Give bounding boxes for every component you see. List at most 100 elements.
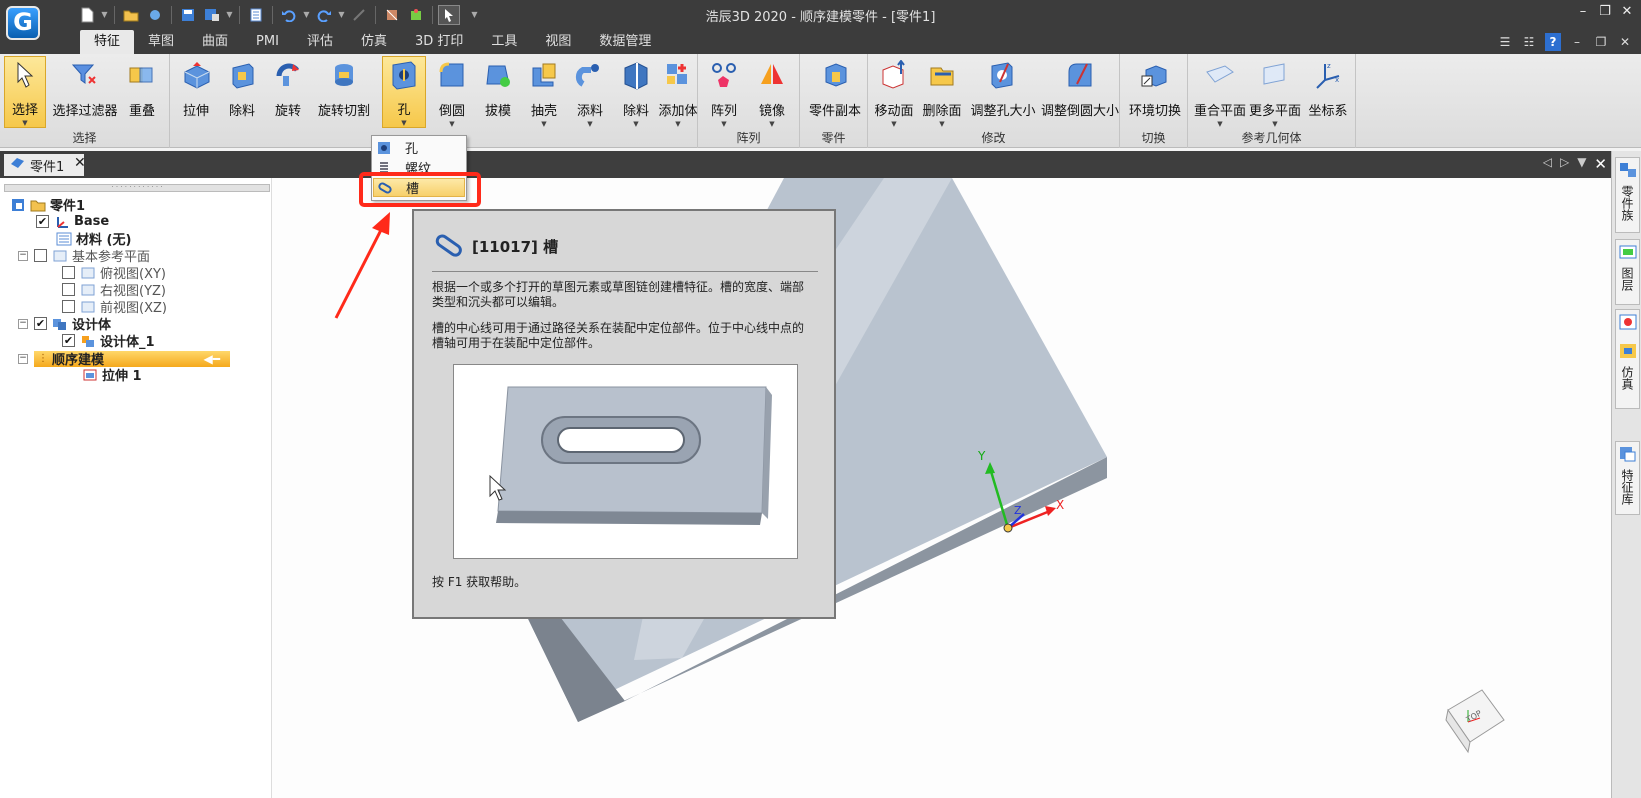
tab-tools[interactable]: 工具 [477, 30, 531, 54]
menu-item-hole[interactable]: 孔 [373, 138, 465, 157]
collapse-icon[interactable]: − [18, 353, 28, 364]
highlight-annotation-box [359, 172, 481, 207]
layout-icon[interactable]: ☰ [1497, 33, 1513, 51]
cut-button[interactable]: 除料 [222, 56, 262, 128]
scroll-left-icon[interactable]: ◁ [1543, 155, 1552, 173]
help-icon[interactable]: ? [1545, 33, 1561, 51]
tab-data-management[interactable]: 数据管理 [585, 30, 665, 54]
hole-button[interactable]: 孔 ▼ [382, 56, 426, 128]
part-copy-button[interactable]: 零件副本 [808, 56, 862, 128]
close-document-icon[interactable]: ✕ [1594, 155, 1607, 173]
window-title: 浩辰3D 2020 - 顺序建模零件 - [零件1] [705, 10, 936, 25]
tree-node-front-view[interactable]: 前视图(XZ) [62, 298, 167, 316]
close-icon[interactable]: ✕ [1619, 2, 1635, 22]
coord-sys-button[interactable]: zx 坐标系 [1304, 56, 1352, 128]
minimize-icon[interactable]: – [1575, 2, 1591, 22]
doc-restore-icon[interactable]: ❐ [1593, 33, 1609, 51]
feature-library-tab[interactable]: 特征库 [1615, 441, 1640, 515]
pattern-button[interactable]: 阵列 ▼ [702, 56, 746, 128]
tree-node-right-view[interactable]: 右视图(YZ) [62, 281, 166, 299]
tab-list-icon[interactable]: ▼ [1577, 155, 1586, 173]
coincident-plane-button[interactable]: 重合平面 ▼ [1194, 56, 1246, 128]
part-icon [10, 156, 26, 174]
delete-face-icon [925, 58, 959, 92]
part-root-icon [10, 198, 26, 212]
more-planes-button[interactable]: 更多平面 ▼ [1248, 56, 1302, 128]
parts-library-tab[interactable]: 零件族 [1615, 157, 1640, 233]
view-cube[interactable]: TOP [1438, 684, 1508, 754]
tree-node-ref-planes[interactable]: − 基本参考平面 [18, 247, 150, 265]
tree-node-design-body[interactable]: − ✔ 设计体 [18, 315, 111, 333]
top-view-checkbox[interactable] [62, 266, 75, 279]
chevron-down-icon: ▼ [769, 120, 775, 128]
round-button[interactable]: 倒圆 ▼ [432, 56, 472, 128]
draft-button[interactable]: 拔模 [478, 56, 518, 128]
move-face-button[interactable]: 移动面 ▼ [872, 56, 916, 128]
app-logo[interactable]: G [6, 6, 40, 40]
tree-node-material[interactable]: 材料 (无) [56, 230, 131, 248]
add-body-button[interactable]: 添加体 ▼ [659, 56, 698, 128]
tab-view[interactable]: 视图 [531, 30, 585, 54]
revolve-button[interactable]: 旋转 [268, 56, 308, 128]
tab-simulation[interactable]: 仿真 [347, 30, 401, 54]
collapse-icon[interactable]: − [18, 318, 28, 329]
remove-material-button[interactable]: 除料 ▼ [616, 56, 656, 128]
right-view-checkbox[interactable] [62, 283, 75, 296]
chevron-down-icon: ▼ [541, 120, 547, 128]
env-switch-button[interactable]: 环境切换 [1128, 56, 1182, 128]
tab-3d-print[interactable]: 3D 打印 [401, 30, 477, 54]
material-icon [56, 232, 72, 246]
close-tab-icon[interactable]: ✕ [74, 155, 86, 171]
revolve-cut-button[interactable]: 旋转切割 [314, 56, 374, 128]
tree-node-top-view[interactable]: 俯视图(XY) [62, 264, 166, 282]
tooltip-divider [432, 271, 818, 272]
select-button[interactable]: 选择 ▼ [4, 56, 46, 128]
ribbon: 选择 ▼ 选择过滤器 重叠 选择 拉伸 除料 旋转 旋转切割 孔 ▼ 倒圆 ▼ … [0, 54, 1641, 148]
mirror-button[interactable]: 镜像 ▼ [750, 56, 794, 128]
tooltip-title: [11017] 槽 [472, 238, 559, 256]
filter-icon [68, 58, 102, 92]
rollback-arrow-icon[interactable]: ◀━ [204, 352, 220, 366]
simulation-tab[interactable]: 仿真 [1615, 309, 1640, 409]
panel-icon[interactable]: ☷ [1521, 33, 1537, 51]
tree-node-root[interactable]: 零件1 [10, 196, 85, 214]
grip-icon: ⋮ [38, 353, 48, 364]
add-material-button[interactable]: 添料 ▼ [570, 56, 610, 128]
shell-button[interactable]: 抽壳 ▼ [524, 56, 564, 128]
resize-hole-button[interactable]: 调整孔大小 [968, 56, 1038, 128]
design-body-1-checkbox[interactable]: ✔ [62, 334, 75, 347]
document-tab[interactable]: 零件1 ✕ [4, 154, 86, 176]
design-body-checkbox[interactable]: ✔ [34, 317, 47, 330]
chevron-down-icon: ▼ [1217, 120, 1223, 128]
tab-sketch[interactable]: 草图 [134, 30, 188, 54]
select-filter-button[interactable]: 选择过滤器 [52, 56, 118, 128]
add-body-icon [661, 58, 695, 92]
tree-node-extrude-1[interactable]: 拉伸 1 [82, 366, 142, 384]
delete-face-button[interactable]: 删除面 ▼ [920, 56, 964, 128]
tab-features[interactable]: 特征 [80, 30, 135, 54]
doc-minimize-icon[interactable]: – [1569, 33, 1585, 51]
layers-tab[interactable]: 图层 [1615, 239, 1640, 305]
front-view-checkbox[interactable] [62, 300, 75, 313]
tab-surface[interactable]: 曲面 [188, 30, 242, 54]
tree-splitter[interactable]: · · · · · · · · · · · · [4, 184, 270, 192]
extrude-button[interactable]: 拉伸 [176, 56, 216, 128]
tooltip-paragraph-1: 根据一个或多个打开的草图元素或草图链创建槽特征。槽的宽度、端部类型和沉头都可以编… [432, 280, 805, 309]
title-bar: G ▼ ▼ ▼ ▼ ▼ 浩辰3D 2020 - 顺序建模零件 - [零件1] –… [0, 0, 1641, 40]
document-tab-bar: 零件1 ✕ ◁ ▷ ▼ ✕ [0, 151, 1611, 178]
chevron-down-icon: ▼ [633, 120, 639, 128]
doc-close-icon[interactable]: ✕ [1617, 33, 1633, 51]
restore-icon[interactable]: ❐ [1597, 2, 1613, 22]
collapse-icon[interactable]: − [18, 250, 28, 261]
tree-node-design-body-1[interactable]: ✔ 设计体_1 [62, 332, 155, 350]
tree-node-base[interactable]: ✔ Base [36, 213, 109, 230]
simulation-icon [1619, 343, 1637, 362]
overlap-button[interactable]: 重叠 [122, 56, 162, 128]
tab-evaluate[interactable]: 评估 [293, 30, 347, 54]
scroll-right-icon[interactable]: ▷ [1560, 155, 1569, 173]
ref-planes-checkbox[interactable] [34, 249, 47, 262]
tab-pmi[interactable]: PMI [242, 30, 293, 54]
resize-round-button[interactable]: 调整倒圆大小 [1041, 56, 1119, 128]
group-switch: 环境切换 切换 [1120, 54, 1188, 148]
base-checkbox[interactable]: ✔ [36, 215, 49, 228]
